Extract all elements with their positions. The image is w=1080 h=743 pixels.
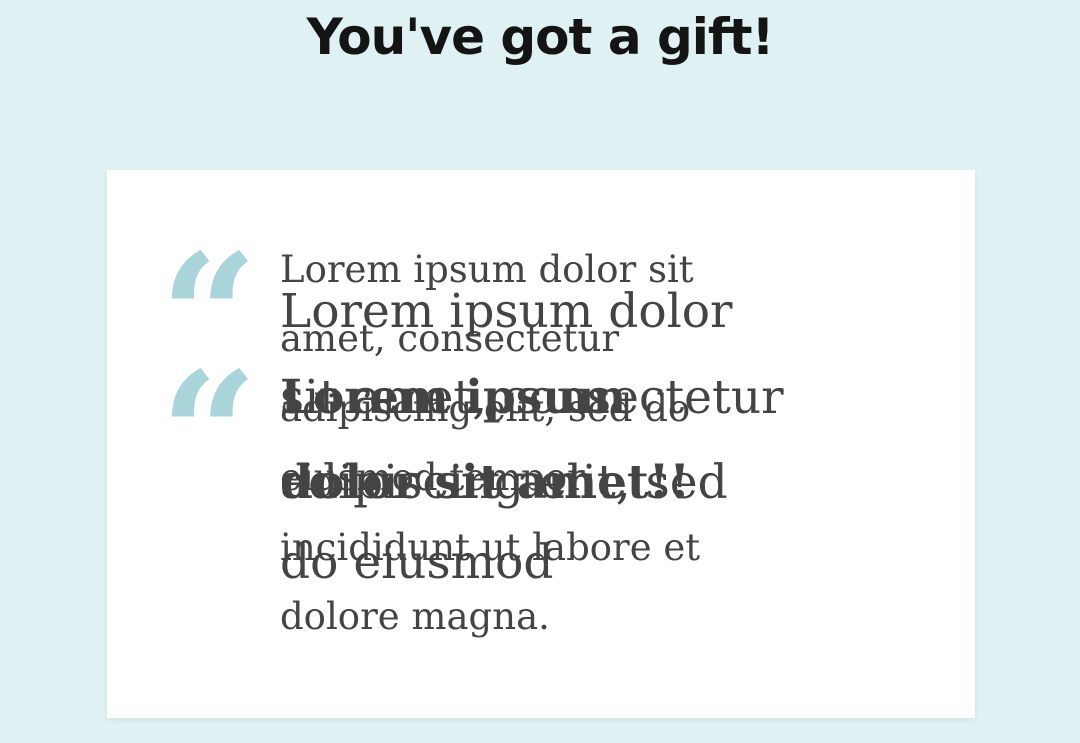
message-line: Lorem ipsum dolor	[280, 284, 733, 339]
page-title: You've got a gift!	[306, 8, 775, 66]
message-line: Lorem ipsum	[280, 370, 627, 425]
message-line: dolor sit amet!!	[280, 455, 690, 510]
quote-icon: “	[160, 335, 258, 535]
message-line: do eiusmod	[280, 535, 554, 590]
message-line: dolore magna.	[280, 595, 550, 638]
